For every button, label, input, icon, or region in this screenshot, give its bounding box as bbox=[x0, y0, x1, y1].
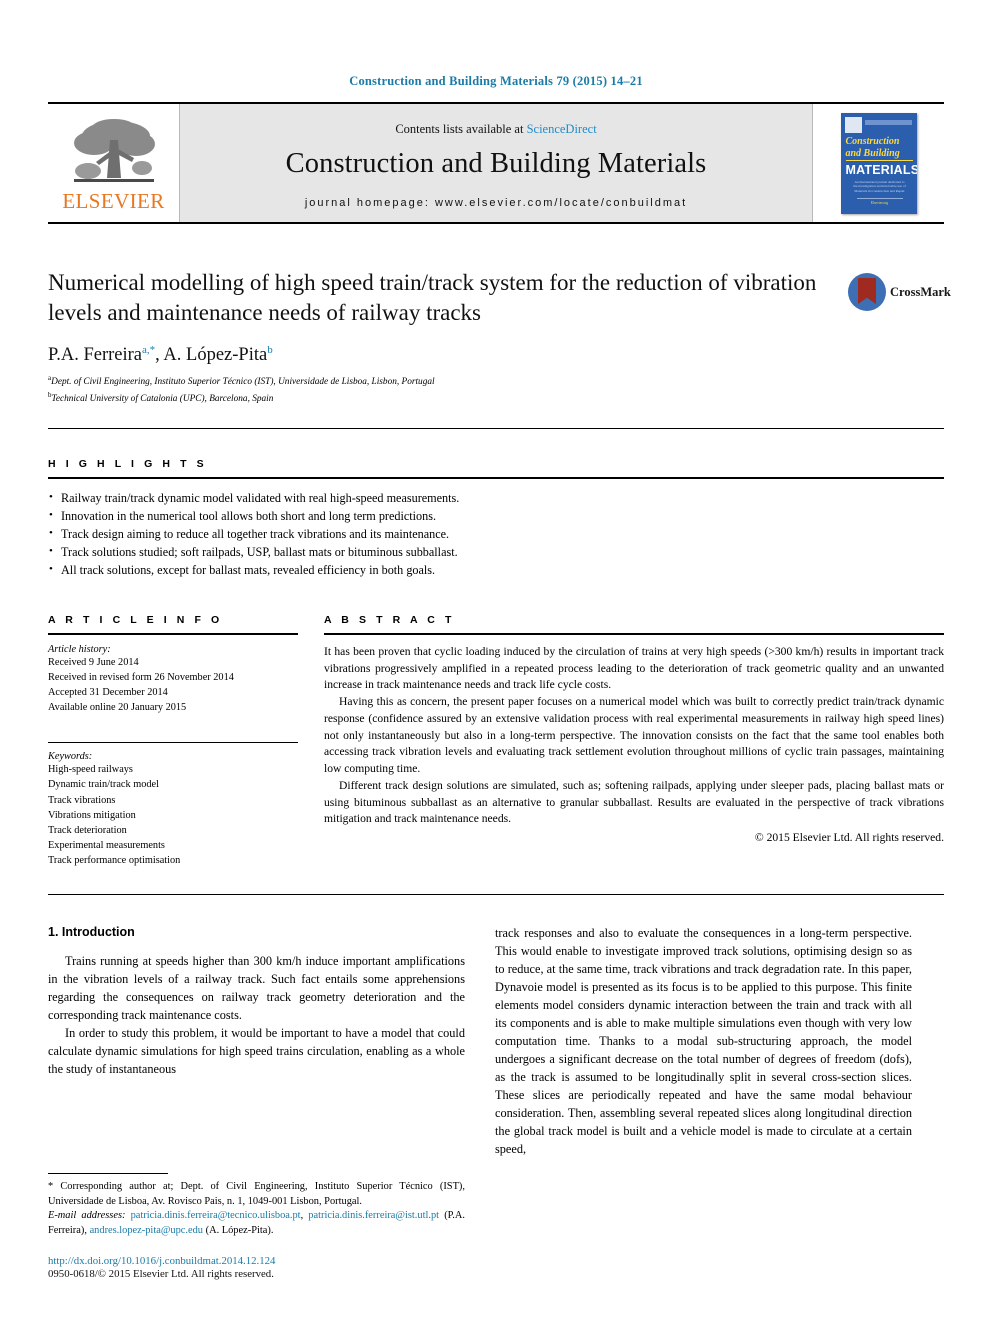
contents-prefix: Contents lists available at bbox=[395, 121, 527, 136]
corresponding-marker: * bbox=[48, 1180, 54, 1192]
abstract-copyright: © 2015 Elsevier Ltd. All rights reserved… bbox=[754, 831, 944, 844]
article-info-column: A R T I C L E I N F O Article history: R… bbox=[48, 614, 298, 868]
highlights-label: H I G H L I G H T S bbox=[48, 458, 208, 471]
body-columns: 1. Introduction Trains running at speeds… bbox=[48, 925, 944, 1280]
article-history-list: Received 9 June 2014 Received in revised… bbox=[48, 655, 298, 716]
email-link-3[interactable]: andres.lopez-pita@upc.edu bbox=[90, 1225, 203, 1236]
cover-footer: Elsevier.org bbox=[856, 197, 903, 205]
abstract-paragraph: Different track design solutions are sim… bbox=[324, 778, 944, 826]
article-history-block: Article history: Received 9 June 2014 Re… bbox=[48, 644, 298, 716]
list-item: Accepted 31 December 2014 bbox=[48, 687, 168, 698]
list-item: Dynamic train/track model bbox=[48, 779, 159, 791]
contents-available-line: Contents lists available at ScienceDirec… bbox=[395, 122, 596, 137]
crossmark-label: CrossMark bbox=[890, 284, 951, 299]
affiliation-a: aDept. of Civil Engineering, Instituto S… bbox=[48, 373, 944, 390]
author-list: P.A. Ferreiraa,*, A. López-Pitab bbox=[48, 343, 273, 365]
list-item: High-speed railways bbox=[48, 764, 133, 776]
footnote-block: * Corresponding author at; Dept. of Civi… bbox=[48, 1172, 465, 1281]
keywords-rule bbox=[48, 742, 298, 744]
list-item: Track deterioration bbox=[48, 824, 127, 836]
article-info-label: A R T I C L E I N F O bbox=[48, 613, 223, 626]
doi-link[interactable]: http://dx.doi.org/10.1016/j.conbuildmat.… bbox=[48, 1255, 465, 1267]
email-link-1[interactable]: patricia.dinis.ferreira@tecnico.ulisboa.… bbox=[131, 1210, 301, 1221]
cover-subtitle: An international journal dedicated to th… bbox=[853, 179, 906, 194]
article-info-rule bbox=[48, 632, 298, 635]
list-item: Received 9 June 2014 bbox=[48, 656, 139, 668]
title-block: CrossMark Numerical modelling of high sp… bbox=[48, 268, 951, 407]
article-page: Construction and Building Materials 79 (… bbox=[0, 0, 992, 1323]
affiliation-a-text: Dept. of Civil Engineering, Instituto Su… bbox=[51, 377, 435, 388]
email-addresses-label: E-mail addresses: bbox=[48, 1210, 126, 1222]
cover-line3: MATERIALS bbox=[845, 162, 917, 177]
affiliation-b-text: Technical University of Catalonia (UPC),… bbox=[51, 393, 274, 404]
list-item: Track solutions studied; soft railpads, … bbox=[48, 543, 944, 562]
corresponding-author-note: * Corresponding author at; Dept. of Civi… bbox=[48, 1180, 465, 1237]
list-item: Railway train/track dynamic model valida… bbox=[48, 489, 944, 508]
issn-copyright-line: 0950-0618/© 2015 Elsevier Ltd. All right… bbox=[48, 1268, 274, 1281]
running-head: Construction and Building Materials 79 (… bbox=[349, 74, 643, 88]
title-section-divider bbox=[48, 428, 944, 430]
list-item: All track solutions, except for ballast … bbox=[48, 561, 944, 580]
list-item: Innovation in the numerical tool allows … bbox=[48, 507, 944, 526]
crossmark-bookmark-icon bbox=[858, 278, 876, 304]
author-name-2[interactable]: A. López-Pita bbox=[163, 345, 267, 365]
journal-masthead: ELSEVIER Contents lists available at Sci… bbox=[48, 102, 944, 224]
highlights-rule bbox=[48, 477, 944, 480]
body-column-left: 1. Introduction Trains running at speeds… bbox=[48, 925, 465, 1280]
abstract-paragraph: It has been proven that cyclic loading i… bbox=[324, 644, 944, 692]
abstract-section-divider bbox=[48, 894, 944, 896]
crossmark-icon bbox=[848, 273, 886, 311]
cover-line2: and Building bbox=[845, 147, 900, 159]
body-paragraph: Trains running at speeds higher than 300… bbox=[48, 954, 465, 1022]
email-link-2[interactable]: patricia.dinis.ferreira@ist.utl.pt bbox=[308, 1210, 439, 1221]
body-paragraph: track responses and also to evaluate the… bbox=[495, 926, 912, 1156]
elsevier-tree-icon bbox=[73, 119, 155, 182]
article-history-title: Article history: bbox=[48, 643, 111, 655]
masthead-center: Contents lists available at ScienceDirec… bbox=[179, 104, 813, 222]
keywords-list: High-speed railways Dynamic train/track … bbox=[48, 762, 298, 868]
page-title: Numerical modelling of high speed train/… bbox=[48, 270, 817, 325]
list-item: Track design aiming to reduce all togeth… bbox=[48, 525, 944, 544]
author-2-affiliation-marker: b bbox=[267, 343, 273, 356]
list-item: Track vibrations bbox=[48, 794, 116, 806]
elsevier-wordmark: ELSEVIER bbox=[62, 189, 165, 213]
body-paragraph: In order to study this problem, it would… bbox=[48, 1025, 465, 1076]
cover-divider bbox=[845, 159, 913, 161]
keywords-block: Keywords: High-speed railways Dynamic tr… bbox=[48, 742, 298, 868]
abstract-label: A B S T R A C T bbox=[324, 613, 455, 626]
author-1-affiliation-marker: a,* bbox=[142, 343, 156, 356]
author-name-1[interactable]: P.A. Ferreira bbox=[48, 345, 142, 365]
journal-cover-thumbnail[interactable]: Construction and Building MATERIALS An i… bbox=[813, 104, 944, 222]
list-item: Available online 20 January 2015 bbox=[48, 702, 187, 714]
list-item: Received in revised form 26 November 201… bbox=[48, 671, 234, 683]
info-abstract-row: A R T I C L E I N F O Article history: R… bbox=[48, 614, 944, 868]
cover-line1: Construction bbox=[845, 135, 900, 147]
elsevier-logo[interactable]: ELSEVIER bbox=[48, 104, 179, 222]
crossmark-badge[interactable]: CrossMark bbox=[848, 270, 951, 314]
highlights-section: H I G H L I G H T S Railway train/track … bbox=[48, 458, 944, 580]
abstract-paragraph: Having this as concern, the present pape… bbox=[324, 695, 944, 775]
sciencedirect-link[interactable]: ScienceDirect bbox=[527, 122, 597, 136]
keywords-title: Keywords: bbox=[48, 751, 93, 763]
body-column-right: track responses and also to evaluate the… bbox=[495, 925, 912, 1280]
abstract-rule bbox=[324, 632, 944, 635]
list-item: Vibrations mitigation bbox=[48, 809, 136, 821]
email-owner-2: (A. López-Pita). bbox=[205, 1225, 274, 1237]
cover-elsevier-icon bbox=[844, 116, 862, 133]
cover-top-bar bbox=[864, 119, 912, 125]
list-item: Track performance optimisation bbox=[48, 855, 181, 866]
highlights-list: Railway train/track dynamic model valida… bbox=[48, 489, 944, 580]
abstract-column: A B S T R A C T It has been proven that … bbox=[324, 614, 944, 868]
list-item: Experimental measurements bbox=[48, 839, 165, 851]
corresponding-text: Corresponding author at; Dept. of Civil … bbox=[48, 1180, 465, 1207]
affiliation-b: bTechnical University of Catalonia (UPC)… bbox=[48, 390, 944, 407]
abstract-body: It has been proven that cyclic loading i… bbox=[324, 644, 944, 844]
section-heading-introduction: 1. Introduction bbox=[48, 925, 135, 940]
journal-title: Construction and Building Materials bbox=[285, 147, 707, 179]
cover-image: Construction and Building MATERIALS An i… bbox=[840, 112, 917, 214]
footnote-rule bbox=[48, 1172, 168, 1174]
journal-homepage[interactable]: journal homepage: www.elsevier.com/locat… bbox=[305, 197, 687, 209]
